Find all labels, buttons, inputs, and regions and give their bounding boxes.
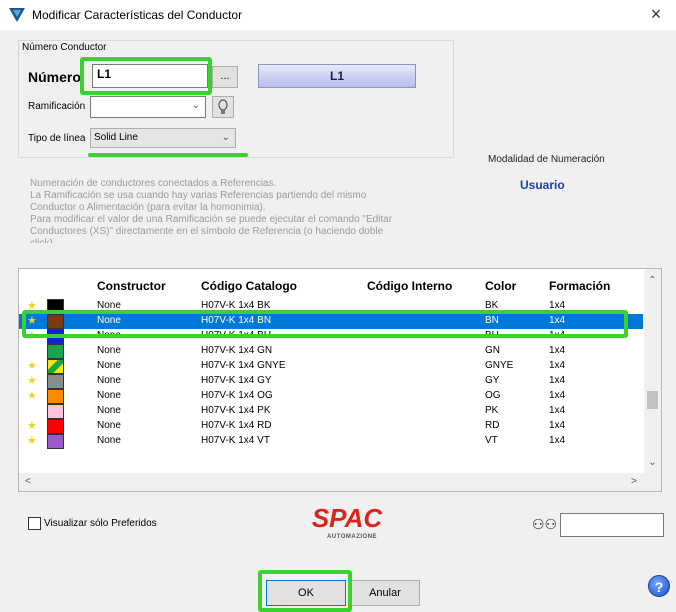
cell-constructor: None: [97, 420, 121, 431]
app-logo-icon: [9, 8, 25, 22]
info-line: Conductor o Alimentación (para evitar la…: [30, 202, 266, 213]
info-text: Numeración de conductores conectados a R…: [30, 178, 410, 243]
info-line: click): [30, 238, 410, 243]
title-bar: Modificar Características del Conductor …: [0, 0, 676, 30]
cell-formacion: 1x4: [549, 420, 566, 431]
logo-subtext: AUTOMAZIONE: [327, 534, 377, 540]
cell-codigo: H07V-K 1x4 GY: [201, 375, 272, 386]
highlight-numero: [80, 57, 212, 95]
scroll-right-icon[interactable]: >: [631, 476, 637, 487]
cell-color: PK: [485, 405, 499, 416]
cell-codigo: H07V-K 1x4 PK: [201, 405, 271, 416]
scroll-down-icon[interactable]: ⌄: [644, 457, 661, 468]
cell-formacion: 1x4: [549, 405, 566, 416]
scroll-up-icon[interactable]: ⌃: [644, 275, 661, 286]
favorite-star-icon: ★: [27, 375, 37, 387]
table-row[interactable]: ★ None H07V-K 1x4 RD RD 1x4: [19, 419, 643, 434]
info-line: Conductores (XS)" directamente en el sím…: [30, 226, 384, 237]
ramificacion-label: Ramificación: [28, 101, 86, 112]
cell-formacion: 1x4: [549, 345, 566, 356]
color-swatch: [47, 404, 64, 419]
favorite-star-icon: ★: [27, 390, 37, 402]
catalog-table[interactable]: Constructor Código Catalogo Código Inter…: [18, 268, 662, 492]
binoculars-icon[interactable]: ⚇⚇: [532, 516, 557, 533]
tipo-linea-select[interactable]: Solid Line ⌄: [90, 128, 236, 148]
cell-constructor: None: [97, 435, 121, 446]
favorite-star-icon: ★: [27, 435, 37, 447]
cell-color: OG: [485, 390, 501, 401]
favorite-star-icon: ★: [27, 420, 37, 432]
column-header-constructor[interactable]: Constructor: [97, 279, 166, 293]
lightbulb-icon: [218, 99, 228, 114]
cell-constructor: None: [97, 345, 121, 356]
color-swatch: [47, 434, 64, 449]
close-icon[interactable]: ×: [646, 4, 666, 24]
cell-color: VT: [485, 435, 498, 446]
group-legend: Número Conductor: [22, 42, 107, 53]
lightbulb-button[interactable]: [212, 96, 234, 118]
cell-constructor: None: [97, 405, 121, 416]
scroll-left-icon[interactable]: <: [25, 476, 31, 487]
cell-color: RD: [485, 420, 500, 431]
numero-label: Número: [28, 69, 81, 85]
spac-logo: SPAC AUTOMAZIONE: [312, 503, 384, 540]
scroll-thumb[interactable]: [647, 391, 658, 409]
cell-constructor: None: [97, 390, 121, 401]
cell-color: GNYE: [485, 360, 514, 371]
column-header-formacion[interactable]: Formación: [549, 279, 610, 293]
cell-formacion: 1x4: [549, 360, 566, 371]
color-swatch: [47, 359, 64, 374]
cell-codigo: H07V-K 1x4 RD: [201, 420, 272, 431]
table-row[interactable]: ★ None H07V-K 1x4 OG OG 1x4: [19, 389, 643, 404]
cell-color: GN: [485, 345, 500, 356]
table-row[interactable]: ★ None H07V-K 1x4 GNYE GNYE 1x4: [19, 359, 643, 374]
preferidos-checkbox[interactable]: [28, 517, 41, 530]
cell-constructor: None: [97, 375, 121, 386]
column-header-codigo-catalogo[interactable]: Código Catalogo: [201, 279, 297, 293]
column-header-codigo-interno[interactable]: Código Interno: [367, 279, 452, 293]
color-swatch: [47, 419, 64, 434]
favorite-star-icon: ★: [27, 360, 37, 372]
logo-text: SPAC: [312, 503, 384, 533]
window-title: Modificar Características del Conductor: [32, 8, 243, 22]
cell-codigo: H07V-K 1x4 OG: [201, 390, 273, 401]
table-row[interactable]: None H07V-K 1x4 PK PK 1x4: [19, 404, 643, 419]
chevron-down-icon: ⌄: [191, 100, 200, 111]
table-row[interactable]: None H07V-K 1x4 GN GN 1x4: [19, 344, 643, 359]
anular-button[interactable]: Anular: [350, 580, 420, 606]
help-icon[interactable]: ?: [648, 575, 670, 597]
highlight-selected-row: [22, 310, 628, 338]
tipo-linea-value: Solid Line: [94, 132, 138, 143]
browse-button[interactable]: ...: [212, 66, 238, 88]
chevron-down-icon: ⌄: [221, 132, 230, 143]
color-swatch: [47, 374, 64, 389]
color-swatch: [47, 389, 64, 404]
table-row[interactable]: ★ None H07V-K 1x4 GY GY 1x4: [19, 374, 643, 389]
cell-codigo: H07V-K 1x4 VT: [201, 435, 270, 446]
info-line: Para modificar el valor de una Ramificac…: [30, 214, 393, 225]
color-swatch: [47, 344, 64, 359]
search-input[interactable]: [560, 513, 664, 537]
modalidad-label: Modalidad de Numeración: [488, 154, 605, 165]
highlight-tipo-linea: [88, 153, 248, 157]
preferidos-label: Visualizar sólo Preferidos: [44, 518, 157, 529]
cell-color: GY: [485, 375, 500, 386]
vertical-scrollbar[interactable]: ⌃ ⌄: [644, 269, 661, 473]
cell-formacion: 1x4: [549, 435, 566, 446]
tipo-linea-label: Tipo de línea: [28, 133, 86, 144]
conductor-display: L1: [258, 64, 416, 88]
highlight-ok-button: [258, 570, 352, 612]
table-row[interactable]: ★ None H07V-K 1x4 VT VT 1x4: [19, 434, 643, 449]
cell-codigo: H07V-K 1x4 GNYE: [201, 360, 286, 371]
column-header-color[interactable]: Color: [485, 279, 516, 293]
horizontal-scrollbar[interactable]: < >: [19, 473, 661, 491]
info-line: La Ramificación se usa cuando hay varias…: [30, 190, 367, 201]
cell-constructor: None: [97, 360, 121, 371]
cell-codigo: H07V-K 1x4 GN: [201, 345, 273, 356]
info-line: Numeración de conductores conectados a R…: [30, 178, 277, 189]
modalidad-value: Usuario: [520, 178, 565, 192]
ramificacion-select[interactable]: ⌄: [90, 96, 206, 118]
cell-formacion: 1x4: [549, 375, 566, 386]
cell-formacion: 1x4: [549, 390, 566, 401]
